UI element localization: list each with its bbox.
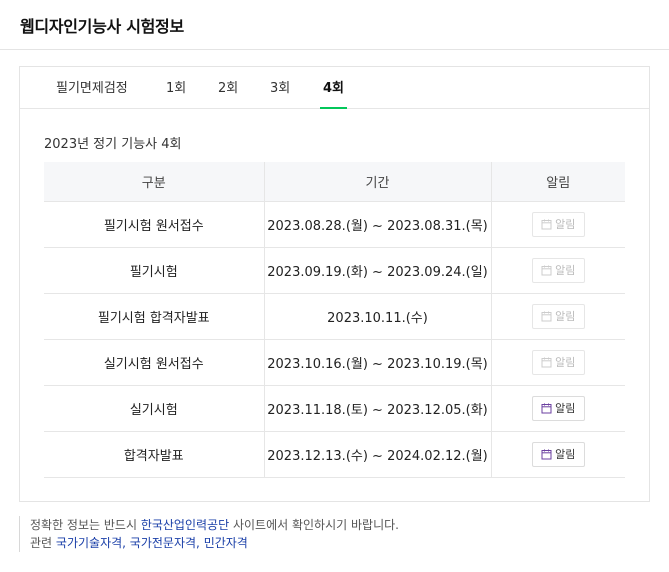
- related-link-national-technical[interactable]: 국가기술자격: [56, 536, 122, 550]
- footer-notice: 정확한 정보는 반드시 한국산업인력공단 사이트에서 확인하시기 바랍니다. 관…: [19, 516, 639, 552]
- calendar-icon: [541, 311, 552, 321]
- row-category: 필기시험 합격자발표: [44, 293, 264, 340]
- page-title: 웹디자인기능사 시험정보: [20, 17, 184, 36]
- row-period: 2023.09.19.(화) ~ 2023.09.24.(일): [263, 247, 492, 294]
- alarm-button[interactable]: 알림: [531, 257, 585, 283]
- row-alarm-cell: 알림: [491, 293, 625, 340]
- notice-line: 정확한 정보는 반드시 한국산업인력공단 사이트에서 확인하시기 바랍니다.: [30, 516, 639, 534]
- row-alarm-cell: 알림: [491, 385, 625, 432]
- calendar-icon: [541, 403, 552, 413]
- related-link-national-professional[interactable]: 국가전문자격: [130, 536, 196, 550]
- table-row: 실기시험 원서접수 2023.10.16.(월) ~ 2023.10.19.(목)…: [44, 339, 625, 386]
- schedule-subtitle: 2023년 정기 기능사 4회: [44, 137, 182, 152]
- alarm-button[interactable]: 알림: [531, 211, 585, 237]
- alarm-button[interactable]: 알림: [531, 395, 585, 421]
- table-row: 필기시험 원서접수 2023.08.28.(월) ~ 2023.08.31.(목)…: [44, 201, 625, 248]
- tab-round-3[interactable]: 3회: [270, 67, 290, 109]
- related-separator: ,: [196, 536, 204, 550]
- row-alarm-cell: 알림: [491, 431, 625, 478]
- table-row: 실기시험 2023.11.18.(토) ~ 2023.12.05.(화) 알림: [44, 385, 625, 432]
- row-period: 2023.08.28.(월) ~ 2023.08.31.(목): [263, 201, 492, 248]
- tab-round-4[interactable]: 4회: [320, 67, 348, 109]
- row-alarm-cell: 알림: [491, 201, 625, 248]
- alarm-button-label: 알림: [555, 356, 576, 369]
- alarm-button-label: 알림: [555, 402, 576, 415]
- table-row: 필기시험 합격자발표 2023.10.11.(수) 알림: [44, 293, 625, 340]
- calendar-icon: [541, 449, 552, 459]
- related-link-private[interactable]: 민간자격: [204, 536, 248, 550]
- row-period: 2023.10.16.(월) ~ 2023.10.19.(목): [263, 339, 492, 386]
- row-alarm-cell: 알림: [491, 339, 625, 386]
- schedule-body: 필기시험 원서접수 2023.08.28.(월) ~ 2023.08.31.(목)…: [44, 201, 625, 478]
- column-header-period: 기간: [263, 162, 492, 202]
- row-category: 필기시험: [44, 247, 264, 294]
- round-tabs: 필기면제검정 1회 2회 3회 4회: [20, 67, 649, 109]
- exam-info-card: 필기면제검정 1회 2회 3회 4회 2023년 정기 기능사 4회 구분 기간…: [19, 66, 650, 502]
- page-header: 웹디자인기능사 시험정보: [0, 0, 669, 50]
- column-header-category: 구분: [44, 162, 264, 202]
- related-separator: ,: [122, 536, 130, 550]
- calendar-icon: [541, 265, 552, 275]
- row-category: 필기시험 원서접수: [44, 201, 264, 248]
- tab-round-1[interactable]: 1회: [166, 67, 186, 109]
- alarm-button-label: 알림: [555, 310, 576, 323]
- table-row: 필기시험 2023.09.19.(화) ~ 2023.09.24.(일) 알림: [44, 247, 625, 294]
- column-header-alarm: 알림: [491, 162, 625, 202]
- notice-prefix: 정확한 정보는 반드시: [30, 518, 141, 532]
- related-line: 관련 국가기술자격, 국가전문자격, 민간자격: [30, 534, 639, 552]
- alarm-button[interactable]: 알림: [531, 349, 585, 375]
- calendar-icon: [541, 219, 552, 229]
- notice-suffix: 사이트에서 확인하시기 바랍니다.: [229, 518, 399, 532]
- row-category: 합격자발표: [44, 431, 264, 478]
- alarm-button[interactable]: 알림: [531, 303, 585, 329]
- hrdkorea-link[interactable]: 한국산업인력공단: [141, 518, 229, 532]
- row-period: 2023.12.13.(수) ~ 2024.02.12.(월): [263, 431, 492, 478]
- row-category: 실기시험: [44, 385, 264, 432]
- tab-round-2[interactable]: 2회: [218, 67, 238, 109]
- calendar-icon: [541, 357, 552, 367]
- row-period: 2023.10.11.(수): [263, 293, 492, 340]
- alarm-button-label: 알림: [555, 218, 576, 231]
- row-period: 2023.11.18.(토) ~ 2023.12.05.(화): [263, 385, 492, 432]
- alarm-button[interactable]: 알림: [531, 441, 585, 467]
- tab-written-exemption[interactable]: 필기면제검정: [56, 67, 128, 109]
- row-category: 실기시험 원서접수: [44, 339, 264, 386]
- related-label: 관련: [30, 536, 56, 550]
- alarm-button-label: 알림: [555, 264, 576, 277]
- row-alarm-cell: 알림: [491, 247, 625, 294]
- schedule-table: 구분 기간 알림 필기시험 원서접수 2023.08.28.(월) ~ 2023.…: [44, 162, 625, 478]
- alarm-button-label: 알림: [555, 448, 576, 461]
- table-row: 합격자발표 2023.12.13.(수) ~ 2024.02.12.(월) 알림: [44, 431, 625, 478]
- table-header-row: 구분 기간 알림: [44, 162, 625, 202]
